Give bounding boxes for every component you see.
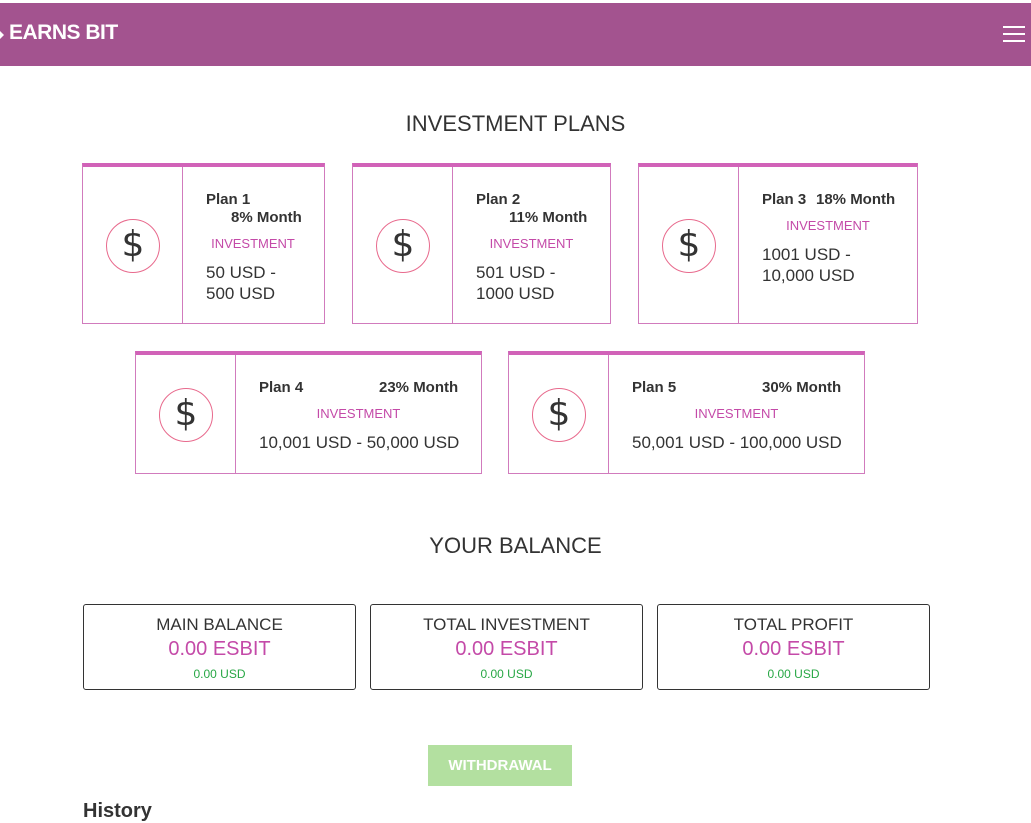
dollar-icon: $: [159, 388, 213, 442]
dollar-icon: $: [106, 219, 160, 273]
plan-body: Plan 4 23% Month INVESTMENT 10,001 USD -…: [236, 355, 481, 473]
history-title: History: [83, 800, 152, 822]
plan-body: Plan 3 18% Month INVESTMENT 1001 USD - 1…: [739, 167, 917, 323]
balance-card-usd: 0.00 USD: [480, 667, 533, 681]
plan-rate: 18% Month: [816, 191, 896, 208]
plan-card-1[interactable]: $ Plan 1 8% Month INVESTMENT 50 USD - 50…: [82, 163, 325, 324]
balance-card-value: 0.00 ESBIT: [742, 638, 845, 660]
plan-name: Plan 1: [206, 191, 251, 208]
plan-rate: 11% Month: [509, 209, 588, 226]
balance-card-usd: 0.00 USD: [767, 667, 820, 681]
navbar: EARNS BIT: [0, 3, 1031, 66]
plan-icon-cell: $: [639, 167, 739, 323]
plan-range: 50 USD - 500 USD: [206, 263, 276, 303]
plan-card-2[interactable]: $ Plan 2 11% Month INVESTMENT 501 USD - …: [352, 163, 611, 324]
balance-card-value: 0.00 ESBIT: [455, 638, 558, 660]
plan-name: Plan 4: [259, 379, 304, 396]
balance-card-usd: 0.00 USD: [193, 667, 246, 681]
balance-card-value: 0.00 ESBIT: [168, 638, 271, 660]
plan-name: Plan 5: [632, 379, 677, 396]
withdrawal-button[interactable]: WITHDRAWAL: [428, 745, 572, 786]
plan-rate: 8% Month: [231, 209, 302, 226]
plan-range: 1001 USD - 10,000 USD: [762, 245, 855, 285]
plan-body: Plan 5 30% Month INVESTMENT 50,001 USD -…: [609, 355, 864, 473]
total-profit-card: TOTAL PROFIT 0.00 ESBIT 0.00 USD: [657, 604, 930, 690]
main-balance-card: MAIN BALANCE 0.00 ESBIT 0.00 USD: [83, 604, 356, 690]
balance-card-title: TOTAL PROFIT: [733, 615, 854, 634]
plan-name: Plan 3: [762, 191, 807, 208]
balance-card-title: TOTAL INVESTMENT: [423, 615, 590, 634]
plan-body: Plan 2 11% Month INVESTMENT 501 USD - 10…: [453, 167, 610, 323]
plan-range: 501 USD - 1000 USD: [476, 263, 556, 303]
plan-icon-cell: $: [83, 167, 183, 323]
plan-label: INVESTMENT: [316, 406, 401, 421]
plan-label: INVESTMENT: [786, 218, 870, 233]
plan-card-3[interactable]: $ Plan 3 18% Month INVESTMENT 1001 USD -…: [638, 163, 918, 324]
plan-range: 50,001 USD - 100,000 USD: [632, 433, 842, 452]
total-investment-card: TOTAL INVESTMENT 0.00 ESBIT 0.00 USD: [370, 604, 643, 690]
brand-logo[interactable]: EARNS BIT: [9, 21, 118, 45]
plan-rate: 30% Month: [762, 379, 842, 396]
plans-section-title: INVESTMENT PLANS: [405, 111, 626, 136]
plan-name: Plan 2: [476, 191, 521, 208]
hamburger-menu-icon[interactable]: [1003, 26, 1025, 44]
plan-icon-cell: $: [136, 355, 236, 473]
caret-icon: [0, 31, 4, 39]
plan-rate: 23% Month: [379, 379, 459, 396]
plan-card-5[interactable]: $ Plan 5 30% Month INVESTMENT 50,001 USD…: [508, 351, 865, 474]
dollar-icon: $: [662, 219, 716, 273]
balance-card-title: MAIN BALANCE: [156, 615, 283, 634]
plan-label: INVESTMENT: [211, 236, 295, 251]
plan-range: 10,001 USD - 50,000 USD: [259, 433, 460, 452]
plan-icon-cell: $: [509, 355, 609, 473]
dollar-icon: $: [376, 219, 430, 273]
plan-icon-cell: $: [353, 167, 453, 323]
plan-body: Plan 1 8% Month INVESTMENT 50 USD - 500 …: [183, 167, 324, 323]
dollar-icon: $: [532, 388, 586, 442]
plan-card-4[interactable]: $ Plan 4 23% Month INVESTMENT 10,001 USD…: [135, 351, 482, 474]
balance-section-title: YOUR BALANCE: [429, 533, 602, 558]
plan-label: INVESTMENT: [489, 236, 574, 251]
plan-label: INVESTMENT: [694, 406, 779, 421]
